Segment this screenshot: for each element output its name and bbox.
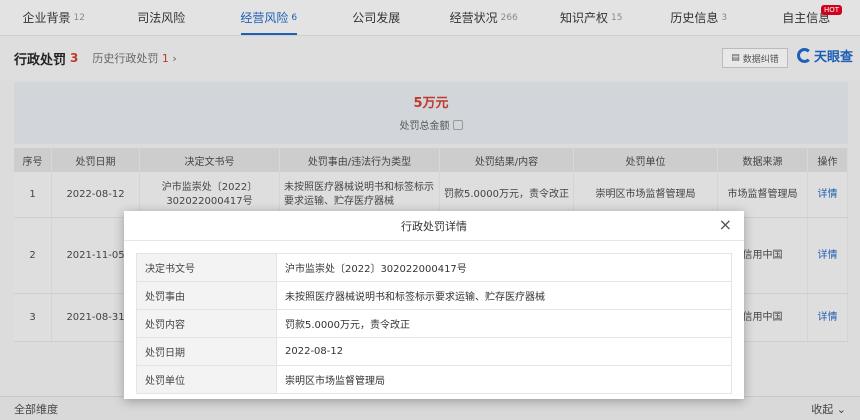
total-amount: 5万元 xyxy=(413,96,449,111)
col-header: 处罚事由/违法行为类型 xyxy=(280,148,440,172)
history-penalty-link[interactable]: 历史行政处罚 1 › xyxy=(92,50,176,66)
tab-operating-risk[interactable]: 经营风险 6 xyxy=(215,0,323,35)
col-header: 操作 xyxy=(808,148,848,172)
document-icon: ▤ xyxy=(731,53,740,63)
col-header: 数据来源 xyxy=(718,148,808,172)
col-header: 处罚日期 xyxy=(52,148,140,172)
help-icon[interactable] xyxy=(452,120,463,130)
table-header: 序号 处罚日期 决定文书号 处罚事由/违法行为类型 处罚结果/内容 处罚单位 数… xyxy=(14,148,848,172)
detail-link[interactable]: 详情 xyxy=(808,172,848,217)
tab-company-development[interactable]: 公司发展 xyxy=(323,0,431,35)
col-header: 决定文书号 xyxy=(140,148,280,172)
logo-mark-icon xyxy=(797,48,812,63)
tab-self-info[interactable]: 自主信息 HOT xyxy=(753,0,860,35)
detail-link[interactable]: 详情 xyxy=(808,218,848,293)
detail-row: 决定书文号 沪市监崇处〔2022〕302022000417号 xyxy=(137,254,732,282)
col-header: 处罚单位 xyxy=(574,148,718,172)
total-amount-label: 处罚总金额 xyxy=(399,121,450,132)
penalty-summary: 5万元 处罚总金额 xyxy=(14,82,848,144)
tab-company-background[interactable]: 企业背景 12 xyxy=(0,0,108,35)
tab-judicial-risk[interactable]: 司法风险 xyxy=(108,0,216,35)
modal-header: 行政处罚详情 × xyxy=(124,211,744,241)
detail-row: 处罚单位 崇明区市场监督管理局 xyxy=(137,366,732,394)
col-header: 序号 xyxy=(14,148,52,172)
data-correction-button[interactable]: ▤ 数据纠错 xyxy=(722,48,788,68)
tianyancha-logo: 天眼查 xyxy=(797,46,853,65)
tab-history-info[interactable]: 历史信息 3 xyxy=(645,0,753,35)
hot-badge: HOT xyxy=(820,5,842,15)
section-count: 3 xyxy=(70,51,79,65)
section-header: 行政处罚 3 历史行政处罚 1 › ▤ 数据纠错 天眼查 xyxy=(0,36,860,80)
modal-title: 行政处罚详情 xyxy=(401,219,467,233)
section-title: 行政处罚 xyxy=(14,52,67,68)
detail-row: 处罚内容 罚款5.0000万元，责令改正 xyxy=(137,310,732,338)
penalty-detail-modal: 行政处罚详情 × 决定书文号 沪市监崇处〔2022〕302022000417号 … xyxy=(124,211,744,399)
close-icon[interactable]: × xyxy=(719,216,732,234)
top-nav: 企业背景 12 司法风险 经营风险 6 公司发展 经营状况 266 知识产权 15 历史… xyxy=(0,0,860,36)
detail-row: 处罚日期 2022-08-12 xyxy=(137,338,732,366)
detail-link[interactable]: 详情 xyxy=(808,294,848,341)
footer-bar: 全部维度 收起 ⌄ xyxy=(0,396,860,420)
detail-row: 处罚事由 未按照医疗器械说明书和标签标示要求运输、贮存医疗器械 xyxy=(137,282,732,310)
col-header: 处罚结果/内容 xyxy=(440,148,574,172)
tab-operating-status[interactable]: 经营状况 266 xyxy=(430,0,538,35)
tab-intellectual-property[interactable]: 知识产权 15 xyxy=(538,0,646,35)
chevron-down-icon: ⌄ xyxy=(836,402,846,416)
collapse-toggle[interactable]: 收起 ⌄ xyxy=(811,401,846,417)
all-dimensions-label[interactable]: 全部维度 xyxy=(14,401,58,417)
detail-table: 决定书文号 沪市监崇处〔2022〕302022000417号 处罚事由 未按照医… xyxy=(136,253,732,394)
